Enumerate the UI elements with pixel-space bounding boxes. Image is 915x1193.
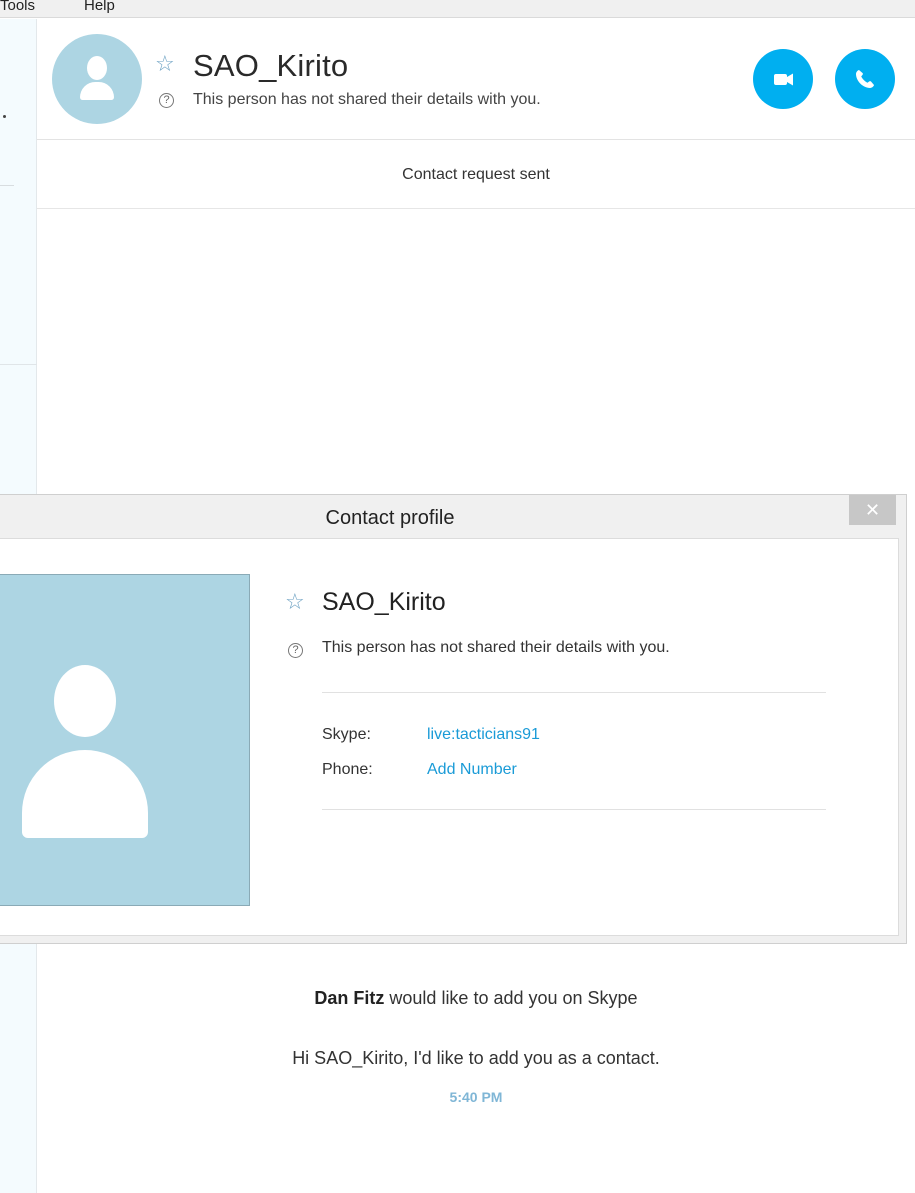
menu-bar: Tools Help [0,0,915,18]
contact-request-status: Contact request sent [402,166,550,183]
avatar-head-shape [54,665,116,737]
request-text: would like to add you on Skype [384,988,638,1008]
skype-id-link[interactable]: live:tacticians91 [427,726,540,744]
audio-call-button[interactable] [835,49,895,109]
chat-message: Hi SAO_Kirito, I'd like to add you as a … [292,1048,660,1068]
avatar-body-shape [80,82,114,100]
divider [322,809,826,810]
profile-subtitle: This person has not shared their details… [322,639,670,656]
favorite-star-icon[interactable]: ☆ [155,52,175,76]
request-sender-name: Dan Fitz [314,988,385,1008]
question-circle-icon: ? [288,643,303,658]
skype-window: Tools Help ☆ SAO_Kirito ? This person ha… [0,0,915,1193]
menu-tools[interactable]: Tools [0,0,35,14]
question-circle-icon: ? [159,93,174,108]
contact-request-message: Dan Fitz would like to add you on Skype [37,988,915,1009]
contact-name[interactable]: SAO_Kirito [193,49,348,83]
contact-subtitle: This person has not shared their details… [193,91,541,108]
close-icon[interactable]: ✕ [849,495,896,525]
dialog-content: ☆ SAO_Kirito ? This person has not share… [0,538,899,936]
menu-help[interactable]: Help [84,0,115,14]
phone-label: Phone: [322,761,373,778]
phone-icon [856,70,874,88]
add-number-link[interactable]: Add Number [427,761,517,779]
sidebar-text-fragment [3,115,6,118]
video-camera-icon [774,73,793,86]
avatar-body-shape [22,750,148,838]
contact-profile-dialog: Contact profile ✕ ☆ SAO_Kirito ? This pe… [0,494,907,944]
avatar[interactable] [52,34,142,124]
video-call-button[interactable] [753,49,813,109]
sidebar-divider [0,185,14,186]
skype-label: Skype: [322,726,371,743]
favorite-star-icon[interactable]: ☆ [285,590,305,614]
dialog-title: Contact profile [325,507,455,529]
avatar-head-shape [87,56,107,80]
status-bar: Contact request sent [37,141,915,209]
conversation-header: ☆ SAO_Kirito ? This person has not share… [37,19,915,140]
profile-name: SAO_Kirito [322,588,446,616]
message-timestamp: 5:40 PM [449,1089,503,1105]
profile-picture [0,574,250,906]
divider [322,692,826,693]
sidebar-divider [0,364,37,365]
